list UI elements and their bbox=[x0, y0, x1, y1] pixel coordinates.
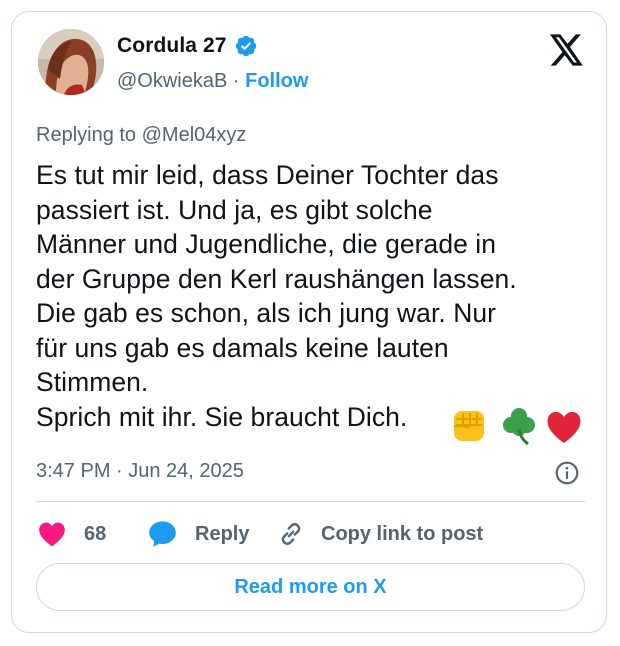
author-name[interactable]: Cordula 27 bbox=[117, 34, 227, 58]
raised-fist-emoji bbox=[453, 411, 484, 441]
embedded-post-card: Cordula 27 @OkwiekaB · Follow Replying t… bbox=[11, 11, 607, 633]
post-text: Es tut mir leid, dass Deiner Tochter das… bbox=[36, 160, 517, 432]
author-handle[interactable]: @OkwiekaB bbox=[117, 70, 227, 92]
heart-icon bbox=[39, 522, 65, 547]
red-heart-emoji bbox=[547, 411, 581, 443]
reply-to-handle[interactable]: @Mel04xyz bbox=[142, 124, 247, 146]
author-avatar[interactable] bbox=[38, 29, 104, 95]
follow-link[interactable]: Follow bbox=[245, 70, 308, 92]
post-timestamp[interactable]: 3:47 PM · Jun 24, 2025 bbox=[36, 460, 244, 483]
x-logo-icon[interactable] bbox=[550, 34, 584, 66]
copy-link-button[interactable]: Copy link to post bbox=[278, 517, 483, 551]
like-button[interactable]: 68 bbox=[38, 517, 106, 551]
handle-separator: · bbox=[227, 70, 246, 92]
link-icon bbox=[281, 523, 301, 545]
verified-badge-icon bbox=[235, 35, 257, 57]
handle-row: @OkwiekaB · Follow bbox=[117, 70, 308, 93]
reply-label: Reply bbox=[195, 522, 250, 545]
like-count: 68 bbox=[84, 522, 107, 545]
reply-button[interactable]: Reply bbox=[148, 517, 249, 551]
copy-link-label: Copy link to post bbox=[321, 522, 484, 545]
read-more-button[interactable]: Read more on X bbox=[36, 563, 585, 611]
emoji-row bbox=[453, 408, 581, 445]
reply-context: Replying to @Mel04xyz bbox=[36, 124, 246, 147]
shamrock-emoji bbox=[503, 408, 535, 445]
divider bbox=[36, 501, 585, 502]
info-icon[interactable] bbox=[554, 460, 580, 486]
reply-context-prefix: Replying to bbox=[36, 124, 142, 146]
reply-bubble-icon bbox=[149, 521, 176, 547]
